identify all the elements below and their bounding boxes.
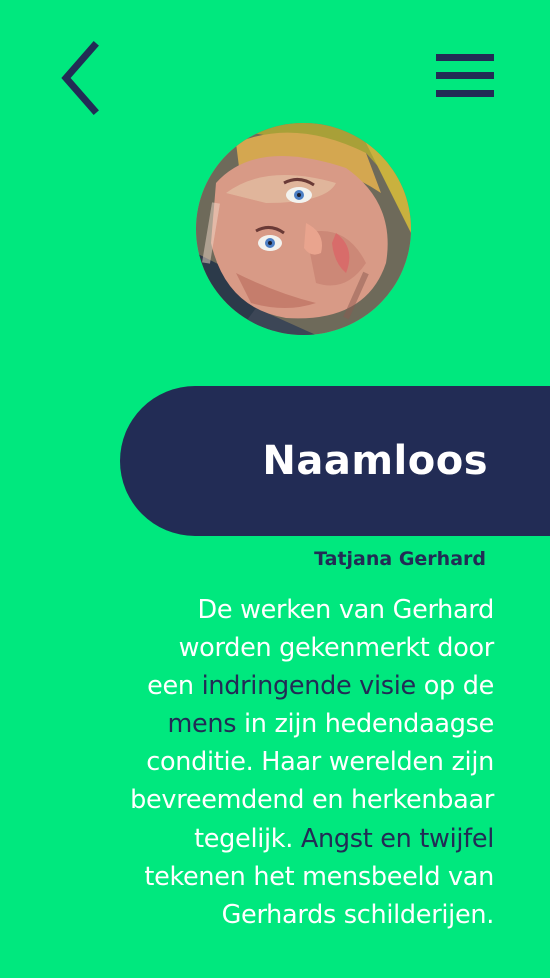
description-line: Gerhards schilderijen. [24, 896, 495, 934]
description-line: worden gekenmerkt door [24, 629, 495, 667]
description-line: tegelijk. Angst en twijfel [24, 820, 494, 858]
hamburger-menu-icon [436, 54, 494, 97]
text-segment: worden gekenmerkt door [178, 633, 495, 664]
text-segment: een [147, 671, 202, 702]
text-segment: tekenen het mensbeeld van [144, 861, 494, 892]
artwork-title: Naamloos [262, 438, 488, 484]
text-segment: in zijn hedendaagse [236, 709, 494, 740]
text-segment: tegelijk. [194, 823, 301, 854]
highlight-text: mens [167, 709, 237, 740]
back-button[interactable] [52, 40, 108, 116]
description-line: conditie. Haar werelden zijn [24, 743, 494, 781]
description-line: De werken van Gerhard [24, 591, 495, 629]
highlight-text: indringende visie [201, 671, 417, 702]
description-line: een indringende visie op de [24, 667, 494, 705]
chevron-left-icon [61, 41, 99, 115]
text-segment: Gerhards schilderijen. [221, 899, 495, 930]
title-banner: Naamloos [120, 386, 550, 536]
artwork-description: De werken van Gerhard worden gekenmerkt … [24, 591, 494, 934]
highlight-text: Angst en twijfel [300, 823, 494, 854]
text-segment: conditie. Haar werelden zijn [146, 747, 494, 778]
text-segment: op de [415, 671, 495, 702]
description-line: bevreemdend en herkenbaar [24, 781, 494, 819]
menu-button[interactable] [432, 48, 498, 104]
description-line: mens in zijn hedendaagse [24, 705, 494, 743]
artwork-detail-screen: Naamloos Tatjana Gerhard De werken van G… [0, 0, 550, 978]
text-segment: De werken van Gerhard [197, 595, 495, 625]
portrait-painting-image [196, 123, 411, 335]
description-line: tekenen het mensbeeld van [24, 858, 494, 896]
text-segment: bevreemdend en herkenbaar [130, 785, 494, 816]
artist-name[interactable]: Tatjana Gerhard [314, 545, 486, 573]
artwork-thumbnail[interactable] [196, 123, 411, 335]
